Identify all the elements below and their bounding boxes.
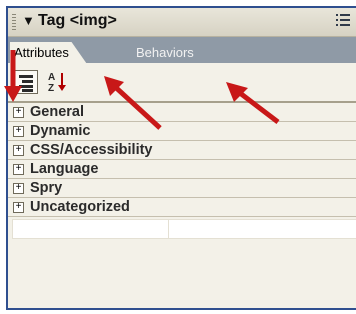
annotation-arrow-3: [226, 82, 280, 124]
annotation-arrow-2: [104, 76, 162, 130]
annotation-arrows: [4, 50, 280, 130]
annotation-arrow-1: [4, 50, 22, 102]
